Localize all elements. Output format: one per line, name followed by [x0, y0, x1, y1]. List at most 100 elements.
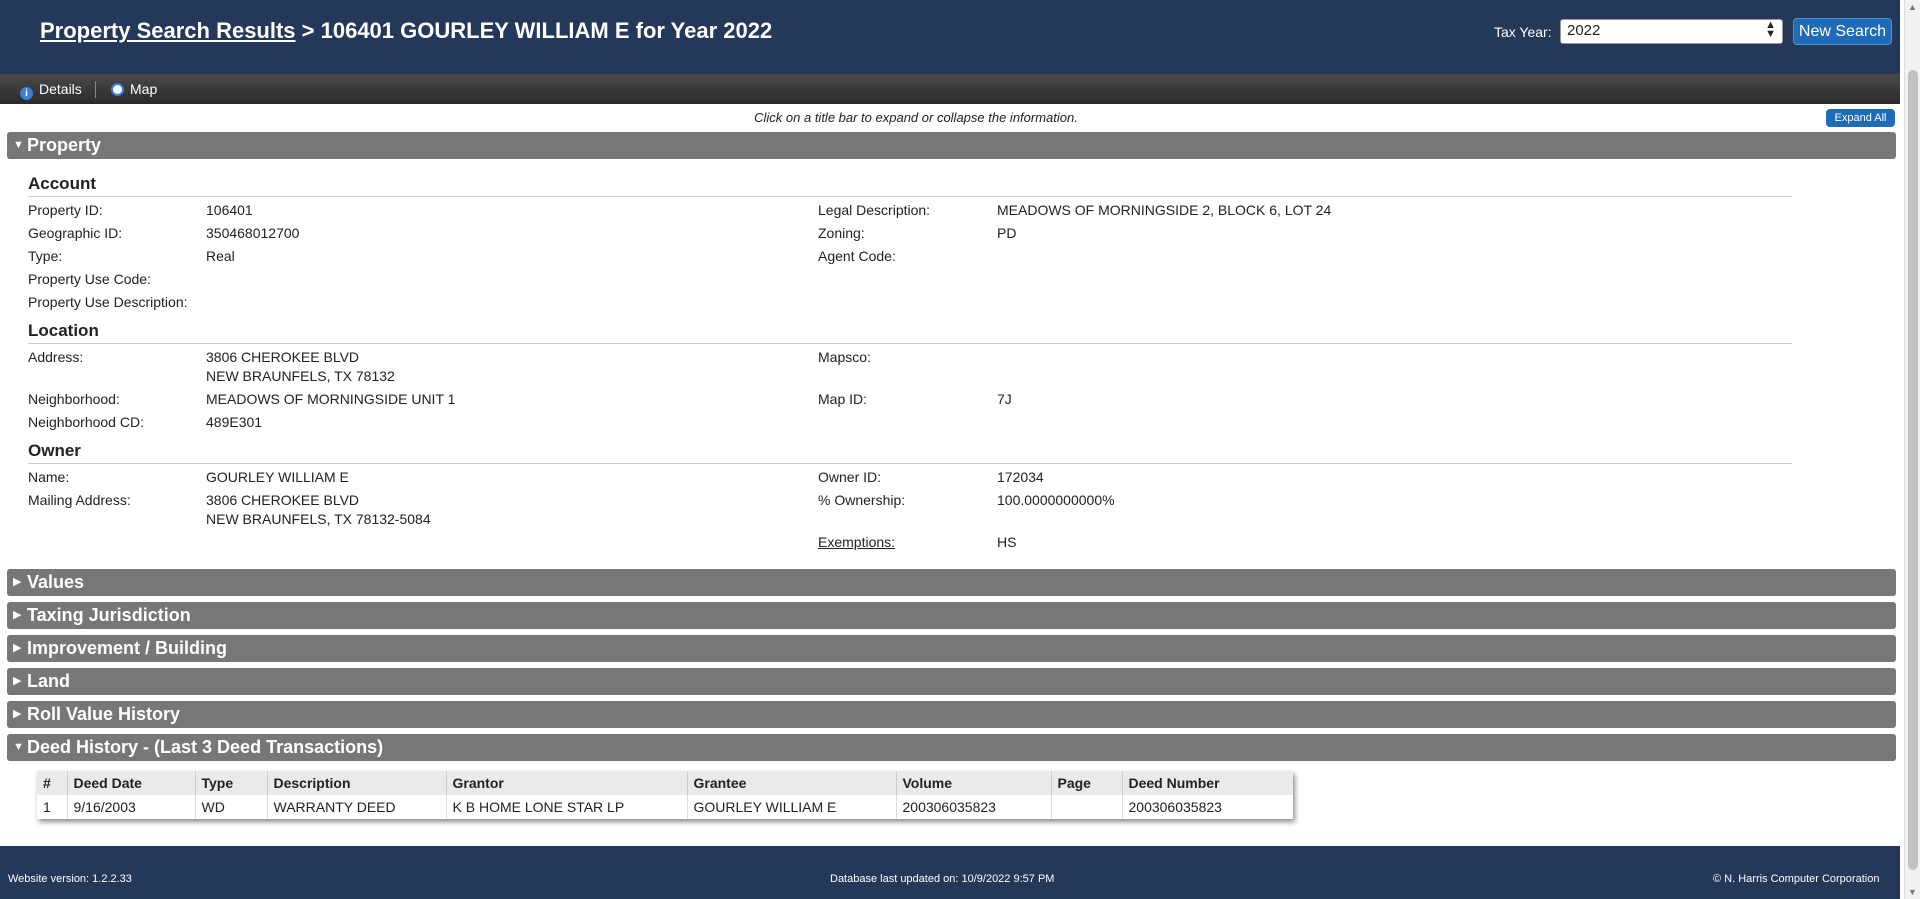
property-use-code-label: Property Use Code:: [28, 271, 151, 287]
address-line1: 3806 CHEROKEE BLVD: [206, 349, 360, 365]
zoning-value: PD: [997, 225, 1017, 241]
section-bar-taxing-jurisdiction[interactable]: ▶ Taxing Jurisdiction: [7, 602, 1896, 629]
table-cell: GOURLEY WILLIAM E: [687, 795, 897, 819]
column-header: Type: [195, 771, 268, 795]
account-heading: Account: [28, 174, 96, 193]
collapsed-triangle-icon: ▶: [13, 576, 22, 588]
tax-year-select[interactable]: 2022 ▲ ▼: [1560, 19, 1783, 44]
column-header: Page: [1051, 771, 1123, 795]
divider: [28, 196, 1792, 197]
owner-id-value: 172034: [997, 469, 1044, 485]
column-header: Deed Date: [67, 771, 196, 795]
section-title: Roll Value History: [27, 704, 181, 724]
section-bar-values[interactable]: ▶ Values: [7, 569, 1896, 596]
property-id-label: Property ID:: [28, 202, 103, 218]
toolbar: i Details Map: [0, 74, 1900, 104]
map-id-value: 7J: [997, 391, 1012, 407]
legal-description-value: MEADOWS OF MORNINGSIDE 2, BLOCK 6, LOT 2…: [997, 202, 1332, 218]
column-header: Deed Number: [1122, 771, 1293, 795]
location-heading: Location: [28, 321, 99, 340]
section-bar-property[interactable]: ▼ Property: [7, 132, 1896, 159]
scroll-up-icon[interactable]: ▲: [1908, 2, 1917, 12]
address-label: Address:: [28, 349, 84, 365]
owner-name-value: GOURLEY WILLIAM E: [206, 469, 349, 485]
property-use-description-label: Property Use Description:: [28, 294, 188, 310]
agent-code-label: Agent Code:: [818, 248, 896, 264]
column-header: Volume: [896, 771, 1052, 795]
info-icon: i: [20, 87, 33, 100]
select-arrows-icon: ▲ ▼: [1765, 19, 1776, 40]
section-title: Land: [27, 671, 70, 691]
app-root: Property Search Results > 106401 GOURLEY…: [0, 0, 1900, 899]
table-cell: WARRANTY DEED: [267, 795, 447, 819]
exemptions-link[interactable]: Exemptions:: [818, 534, 895, 550]
section-title: Taxing Jurisdiction: [27, 605, 191, 625]
owner-id-label: Owner ID:: [818, 469, 882, 485]
scrollbar-thumb[interactable]: [1908, 70, 1918, 870]
type-label: Type:: [28, 248, 63, 264]
collapsed-triangle-icon: ▶: [13, 642, 22, 654]
map-id-label: Map ID:: [818, 391, 868, 407]
info-instructions: Click on a title bar to expand or collap…: [754, 110, 1078, 125]
new-search-button[interactable]: New Search: [1793, 18, 1892, 45]
collapsed-triangle-icon: ▶: [13, 675, 22, 687]
ownership-label: % Ownership:: [818, 492, 906, 508]
zoning-label: Zoning:: [818, 225, 865, 241]
exemptions-value: HS: [997, 534, 1017, 550]
expanded-triangle-icon: ▼: [13, 741, 24, 753]
map-label: Map: [130, 81, 158, 97]
page-header: Property Search Results > 106401 GOURLEY…: [0, 0, 1900, 74]
database-updated: Database last updated on: 10/9/2022 9:57…: [830, 873, 1055, 885]
mapsco-label: Mapsco:: [818, 349, 871, 365]
owner-heading: Owner: [28, 441, 81, 460]
table-cell: WD: [195, 795, 268, 819]
column-header: Description: [267, 771, 447, 795]
owner-name-label: Name:: [28, 469, 70, 485]
section-bar-roll-value-history[interactable]: ▶ Roll Value History: [7, 701, 1896, 728]
table-cell: 9/16/2003: [67, 795, 196, 819]
title-text: > 106401 GOURLEY WILLIAM E for Year 2022: [295, 18, 773, 43]
globe-icon: [111, 83, 124, 96]
collapsed-triangle-icon: ▶: [13, 609, 22, 621]
column-header: Grantee: [687, 771, 897, 795]
address-line2: NEW BRAUNFELS, TX 78132: [206, 368, 395, 384]
section-bar-deed-history[interactable]: ▼ Deed History - (Last 3 Deed Transaction…: [7, 734, 1896, 761]
section-bar-land[interactable]: ▶ Land: [7, 668, 1896, 695]
tax-year-value: 2022: [1567, 22, 1601, 39]
section-title: Improvement / Building: [27, 638, 228, 658]
expanded-triangle-icon: ▼: [13, 139, 24, 151]
table-cell: 200306035823: [1128, 799, 1222, 815]
column-header: #: [37, 771, 68, 795]
type-value: Real: [206, 248, 235, 264]
scroll-down-icon[interactable]: ▼: [1908, 887, 1917, 897]
table-row: 1 9/16/2003 WD WARRANTY DEED K B HOME LO…: [37, 795, 1293, 819]
deed-history-table: # Deed Date Type Description Grantor Gra…: [37, 771, 1293, 819]
legal-description-label: Legal Description:: [818, 202, 931, 218]
geographic-id-label: Geographic ID:: [28, 225, 123, 241]
details-tab[interactable]: i Details: [20, 80, 82, 100]
expand-all-button[interactable]: Expand All: [1826, 109, 1895, 127]
section-title: Property: [27, 135, 102, 155]
tax-year-label: Tax Year:: [1494, 24, 1552, 40]
mailing-address-label: Mailing Address:: [28, 492, 131, 508]
page-title: Property Search Results > 106401 GOURLEY…: [40, 18, 772, 44]
divider: [28, 343, 1792, 344]
vertical-scrollbar[interactable]: ▲ ▼: [1904, 0, 1920, 899]
property-id-value: 106401: [206, 202, 253, 218]
neighborhood-cd-value: 489E301: [206, 414, 263, 430]
mailing-line1: 3806 CHEROKEE BLVD: [206, 492, 360, 508]
table-cell: [1051, 795, 1123, 819]
table-header-row: # Deed Date Type Description Grantor Gra…: [37, 771, 1293, 795]
neighborhood-value: MEADOWS OF MORNINGSIDE UNIT 1: [206, 391, 456, 407]
mailing-line2: NEW BRAUNFELS, TX 78132-5084: [206, 511, 431, 527]
section-title: Deed History - (Last 3 Deed Transactions…: [27, 737, 384, 757]
neighborhood-label: Neighborhood:: [28, 391, 120, 407]
property-search-results-link[interactable]: Property Search Results: [40, 18, 296, 43]
website-version: Website version: 1.2.2.33: [8, 873, 132, 885]
section-bar-improvement-building[interactable]: ▶ Improvement / Building: [7, 635, 1896, 662]
neighborhood-cd-label: Neighborhood CD:: [28, 414, 144, 430]
map-tab[interactable]: Map: [111, 80, 157, 98]
geographic-id-value: 350468012700: [206, 225, 300, 241]
page-footer: Website version: 1.2.2.33 Database last …: [0, 846, 1900, 899]
ownership-value: 100.0000000000%: [997, 492, 1115, 508]
